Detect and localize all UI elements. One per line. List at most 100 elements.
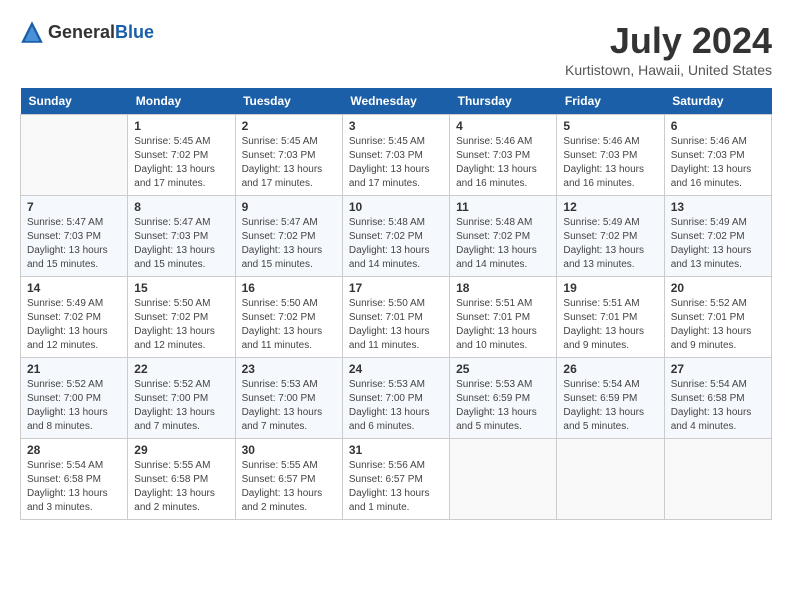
calendar-cell: 26 Sunrise: 5:54 AM Sunset: 6:59 PM Dayli… bbox=[557, 358, 664, 439]
calendar-cell: 20Sunrise: 5:52 AM Sunset: 7:01 PM Dayli… bbox=[664, 277, 771, 358]
calendar-cell bbox=[450, 439, 557, 520]
day-info: Sunrise: 5:55 AM Sunset: 6:58 PM Dayligh… bbox=[134, 459, 228, 515]
day-info: Sunrise: 5:51 AM Sunset: 7:01 PM Dayligh… bbox=[456, 297, 550, 353]
day-number: 25 bbox=[456, 362, 550, 376]
calendar-cell: 19Sunrise: 5:51 AM Sunset: 7:01 PM Dayli… bbox=[557, 277, 664, 358]
calendar-cell: 8 Sunrise: 5:47 AM Sunset: 7:03 PM Daylig… bbox=[128, 196, 235, 277]
calendar-cell: 22 Sunrise: 5:52 AM Sunset: 7:00 PM Dayli… bbox=[128, 358, 235, 439]
logo-icon bbox=[20, 20, 44, 44]
day-number: 26 bbox=[563, 362, 657, 376]
day-number: 6 bbox=[671, 119, 765, 133]
day-number: 15 bbox=[134, 281, 228, 295]
calendar-cell: 2Sunrise: 5:45 AM Sunset: 7:03 PM Daylig… bbox=[235, 115, 342, 196]
weekday-header-sunday: Sunday bbox=[21, 88, 128, 115]
weekday-header-monday: Monday bbox=[128, 88, 235, 115]
day-number: 8 bbox=[134, 200, 228, 214]
calendar-cell bbox=[21, 115, 128, 196]
day-number: 28 bbox=[27, 443, 121, 457]
day-number: 13 bbox=[671, 200, 765, 214]
day-info: Sunrise: 5:54 AM Sunset: 6:58 PM Dayligh… bbox=[671, 378, 765, 434]
day-info: Sunrise: 5:53 AM Sunset: 7:00 PM Dayligh… bbox=[349, 378, 443, 434]
calendar-cell: 16 Sunrise: 5:50 AM Sunset: 7:02 PM Dayli… bbox=[235, 277, 342, 358]
day-number: 30 bbox=[242, 443, 336, 457]
calendar-cell: 24Sunrise: 5:53 AM Sunset: 7:00 PM Dayli… bbox=[342, 358, 449, 439]
day-info: Sunrise: 5:53 AM Sunset: 6:59 PM Dayligh… bbox=[456, 378, 550, 434]
day-number: 9 bbox=[242, 200, 336, 214]
day-info: Sunrise: 5:49 AM Sunset: 7:02 PM Dayligh… bbox=[671, 216, 765, 272]
calendar-cell: 17Sunrise: 5:50 AM Sunset: 7:01 PM Dayli… bbox=[342, 277, 449, 358]
month-title: July 2024 bbox=[565, 20, 772, 62]
location: Kurtistown, Hawaii, United States bbox=[565, 62, 772, 78]
weekday-header-friday: Friday bbox=[557, 88, 664, 115]
calendar-cell: 30 Sunrise: 5:55 AM Sunset: 6:57 PM Dayli… bbox=[235, 439, 342, 520]
calendar-week-2: 7 Sunrise: 5:47 AM Sunset: 7:03 PM Daylig… bbox=[21, 196, 772, 277]
calendar-cell: 21 Sunrise: 5:52 AM Sunset: 7:00 PM Dayli… bbox=[21, 358, 128, 439]
calendar-cell: 14 Sunrise: 5:49 AM Sunset: 7:02 PM Dayli… bbox=[21, 277, 128, 358]
calendar-cell: 9Sunrise: 5:47 AM Sunset: 7:02 PM Daylig… bbox=[235, 196, 342, 277]
day-info: Sunrise: 5:53 AM Sunset: 7:00 PM Dayligh… bbox=[242, 378, 336, 434]
day-info: Sunrise: 5:46 AM Sunset: 7:03 PM Dayligh… bbox=[563, 135, 657, 191]
day-number: 31 bbox=[349, 443, 443, 457]
calendar-cell: 7 Sunrise: 5:47 AM Sunset: 7:03 PM Daylig… bbox=[21, 196, 128, 277]
day-number: 2 bbox=[242, 119, 336, 133]
calendar-cell: 15Sunrise: 5:50 AM Sunset: 7:02 PM Dayli… bbox=[128, 277, 235, 358]
day-number: 16 bbox=[242, 281, 336, 295]
calendar-cell: 5 Sunrise: 5:46 AM Sunset: 7:03 PM Daylig… bbox=[557, 115, 664, 196]
weekday-header-saturday: Saturday bbox=[664, 88, 771, 115]
day-number: 11 bbox=[456, 200, 550, 214]
day-info: Sunrise: 5:45 AM Sunset: 7:03 PM Dayligh… bbox=[349, 135, 443, 191]
calendar-body: 1 Sunrise: 5:45 AM Sunset: 7:02 PM Daylig… bbox=[21, 115, 772, 520]
calendar-week-4: 21 Sunrise: 5:52 AM Sunset: 7:00 PM Dayli… bbox=[21, 358, 772, 439]
calendar-cell: 10 Sunrise: 5:48 AM Sunset: 7:02 PM Dayli… bbox=[342, 196, 449, 277]
day-number: 23 bbox=[242, 362, 336, 376]
calendar-cell: 11Sunrise: 5:48 AM Sunset: 7:02 PM Dayli… bbox=[450, 196, 557, 277]
day-info: Sunrise: 5:50 AM Sunset: 7:02 PM Dayligh… bbox=[242, 297, 336, 353]
calendar-week-3: 14 Sunrise: 5:49 AM Sunset: 7:02 PM Dayli… bbox=[21, 277, 772, 358]
day-number: 22 bbox=[134, 362, 228, 376]
calendar-week-1: 1 Sunrise: 5:45 AM Sunset: 7:02 PM Daylig… bbox=[21, 115, 772, 196]
calendar-cell: 13 Sunrise: 5:49 AM Sunset: 7:02 PM Dayli… bbox=[664, 196, 771, 277]
calendar-cell: 29Sunrise: 5:55 AM Sunset: 6:58 PM Dayli… bbox=[128, 439, 235, 520]
day-number: 4 bbox=[456, 119, 550, 133]
weekday-header-tuesday: Tuesday bbox=[235, 88, 342, 115]
calendar-cell: 28 Sunrise: 5:54 AM Sunset: 6:58 PM Dayli… bbox=[21, 439, 128, 520]
day-number: 7 bbox=[27, 200, 121, 214]
calendar-cell: 31 Sunrise: 5:56 AM Sunset: 6:57 PM Dayli… bbox=[342, 439, 449, 520]
day-number: 27 bbox=[671, 362, 765, 376]
day-number: 1 bbox=[134, 119, 228, 133]
day-info: Sunrise: 5:55 AM Sunset: 6:57 PM Dayligh… bbox=[242, 459, 336, 515]
title-section: July 2024 Kurtistown, Hawaii, United Sta… bbox=[565, 20, 772, 78]
day-info: Sunrise: 5:52 AM Sunset: 7:00 PM Dayligh… bbox=[134, 378, 228, 434]
calendar-cell bbox=[664, 439, 771, 520]
day-info: Sunrise: 5:54 AM Sunset: 6:58 PM Dayligh… bbox=[27, 459, 121, 515]
day-number: 20 bbox=[671, 281, 765, 295]
logo: GeneralBlue bbox=[20, 20, 154, 44]
weekday-header-wednesday: Wednesday bbox=[342, 88, 449, 115]
day-info: Sunrise: 5:49 AM Sunset: 7:02 PM Dayligh… bbox=[27, 297, 121, 353]
day-info: Sunrise: 5:47 AM Sunset: 7:03 PM Dayligh… bbox=[27, 216, 121, 272]
day-info: Sunrise: 5:48 AM Sunset: 7:02 PM Dayligh… bbox=[349, 216, 443, 272]
weekday-header-thursday: Thursday bbox=[450, 88, 557, 115]
calendar-table: SundayMondayTuesdayWednesdayThursdayFrid… bbox=[20, 88, 772, 520]
day-info: Sunrise: 5:47 AM Sunset: 7:03 PM Dayligh… bbox=[134, 216, 228, 272]
calendar-cell bbox=[557, 439, 664, 520]
day-info: Sunrise: 5:51 AM Sunset: 7:01 PM Dayligh… bbox=[563, 297, 657, 353]
day-info: Sunrise: 5:49 AM Sunset: 7:02 PM Dayligh… bbox=[563, 216, 657, 272]
day-number: 17 bbox=[349, 281, 443, 295]
day-info: Sunrise: 5:52 AM Sunset: 7:00 PM Dayligh… bbox=[27, 378, 121, 434]
day-info: Sunrise: 5:46 AM Sunset: 7:03 PM Dayligh… bbox=[671, 135, 765, 191]
day-info: Sunrise: 5:45 AM Sunset: 7:02 PM Dayligh… bbox=[134, 135, 228, 191]
calendar-cell: 12Sunrise: 5:49 AM Sunset: 7:02 PM Dayli… bbox=[557, 196, 664, 277]
calendar-cell: 23 Sunrise: 5:53 AM Sunset: 7:00 PM Dayli… bbox=[235, 358, 342, 439]
day-number: 14 bbox=[27, 281, 121, 295]
day-number: 5 bbox=[563, 119, 657, 133]
calendar-cell: 4Sunrise: 5:46 AM Sunset: 7:03 PM Daylig… bbox=[450, 115, 557, 196]
calendar-week-5: 28 Sunrise: 5:54 AM Sunset: 6:58 PM Dayli… bbox=[21, 439, 772, 520]
day-info: Sunrise: 5:56 AM Sunset: 6:57 PM Dayligh… bbox=[349, 459, 443, 515]
day-number: 10 bbox=[349, 200, 443, 214]
day-number: 18 bbox=[456, 281, 550, 295]
calendar-cell: 18 Sunrise: 5:51 AM Sunset: 7:01 PM Dayli… bbox=[450, 277, 557, 358]
day-info: Sunrise: 5:54 AM Sunset: 6:59 PM Dayligh… bbox=[563, 378, 657, 434]
day-number: 21 bbox=[27, 362, 121, 376]
logo-text-general: General bbox=[48, 22, 115, 42]
